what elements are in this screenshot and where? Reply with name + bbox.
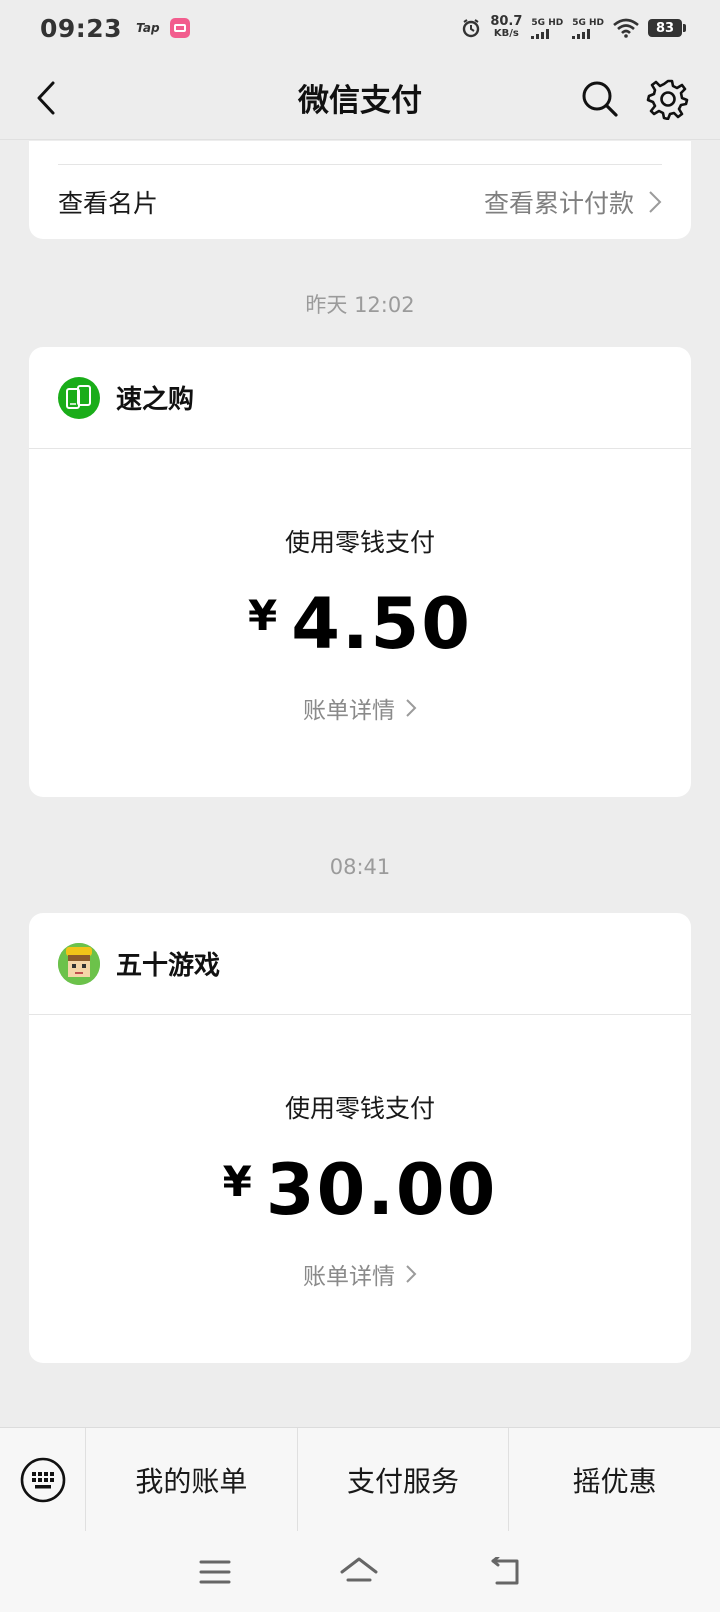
page-title: 微信支付 bbox=[298, 83, 422, 119]
search-button[interactable] bbox=[578, 76, 622, 120]
gear-icon bbox=[646, 79, 689, 121]
bill-details-label: 账单详情 bbox=[303, 698, 395, 724]
previous-card: 查看名片 查看累计付款 bbox=[29, 141, 691, 239]
menu-my-bills[interactable]: 我的账单 bbox=[86, 1428, 297, 1532]
view-total-payments-label: 查看累计付款 bbox=[483, 189, 634, 218]
signal-sim2: 5G HD bbox=[572, 18, 604, 39]
nav-bar: 微信支付 bbox=[0, 56, 720, 140]
view-card-link[interactable]: 查看名片 bbox=[58, 184, 158, 220]
settings-button[interactable] bbox=[646, 76, 690, 121]
timestamp: 昨天 12:02 bbox=[305, 293, 415, 317]
timestamp: 08:41 bbox=[329, 855, 391, 879]
payment-amount: ¥ 4.50 bbox=[29, 583, 691, 665]
currency-symbol: ¥ bbox=[222, 1157, 252, 1206]
status-indicators: 80.7 KB/s 5G HD 5G HD 83 bbox=[461, 14, 686, 40]
keyboard-toggle-button[interactable] bbox=[0, 1427, 86, 1532]
status-bar: 09:23 Tap 80.7 KB/s 5G HD 5G HD 83 bbox=[0, 0, 720, 56]
chevron-right-icon bbox=[406, 699, 417, 717]
wifi-icon bbox=[613, 18, 639, 38]
network-speed: 80.7 KB/s bbox=[490, 14, 523, 39]
signal-sim1: 5G HD bbox=[531, 18, 563, 39]
battery-icon: 83 bbox=[648, 19, 686, 37]
merchant-header[interactable]: 速之购 bbox=[29, 347, 691, 449]
bottom-menu: 我的账单 支付服务 摇优惠 bbox=[0, 1427, 720, 1532]
tap-app-label: Tap bbox=[136, 21, 160, 35]
back-nav-icon[interactable] bbox=[487, 1556, 521, 1587]
alarm-icon bbox=[463, 19, 480, 38]
chevron-right-icon bbox=[649, 191, 662, 213]
keyboard-icon bbox=[20, 1457, 65, 1502]
menu-payment-services[interactable]: 支付服务 bbox=[296, 1427, 509, 1532]
menu-shake-offers[interactable]: 摇优惠 bbox=[508, 1427, 720, 1532]
signal-bars-icon bbox=[531, 28, 550, 39]
payment-card[interactable]: 速之购 使用零钱支付 ¥ 4.50 账单详情 bbox=[29, 347, 691, 797]
payment-method: 使用零钱支付 bbox=[284, 1094, 435, 1123]
bill-details-link[interactable]: 账单详情 bbox=[29, 691, 691, 725]
phones-logo-icon bbox=[58, 376, 100, 419]
card-actions-row: 查看名片 查看累计付款 bbox=[58, 165, 662, 239]
home-icon[interactable] bbox=[339, 1556, 379, 1588]
merchant-name: 五十游戏 bbox=[116, 951, 221, 981]
chevron-right-icon bbox=[406, 1265, 417, 1283]
status-time: 09:23 bbox=[40, 13, 123, 43]
amount-value: 4.50 bbox=[291, 583, 472, 665]
menu-icon[interactable] bbox=[199, 1558, 231, 1586]
payment-method: 使用零钱支付 bbox=[284, 528, 435, 557]
merchant-name: 速之购 bbox=[116, 385, 195, 415]
payment-amount: ¥ 30.00 bbox=[29, 1149, 691, 1231]
bilibili-icon bbox=[169, 18, 190, 38]
merchant-header[interactable]: 五十游戏 bbox=[29, 913, 691, 1015]
back-button[interactable] bbox=[24, 76, 68, 120]
search-icon bbox=[582, 81, 618, 117]
system-nav-bar bbox=[0, 1531, 720, 1612]
game-character-logo-icon bbox=[58, 942, 100, 985]
view-total-payments-link[interactable]: 查看累计付款 bbox=[484, 184, 662, 220]
amount-value: 30.00 bbox=[265, 1149, 498, 1231]
message-list[interactable]: 查看名片 查看累计付款 昨天 12:02 速之购 使用零钱支付 ¥ 4.50 账… bbox=[0, 141, 720, 1427]
payment-card[interactable]: 五十游戏 使用零钱支付 ¥ 30.00 账单详情 bbox=[29, 913, 691, 1363]
currency-symbol: ¥ bbox=[248, 591, 278, 640]
bill-details-link[interactable]: 账单详情 bbox=[29, 1257, 691, 1291]
signal-bars-icon bbox=[572, 28, 591, 39]
chevron-left-icon bbox=[37, 81, 55, 115]
bill-details-label: 账单详情 bbox=[303, 1264, 395, 1290]
